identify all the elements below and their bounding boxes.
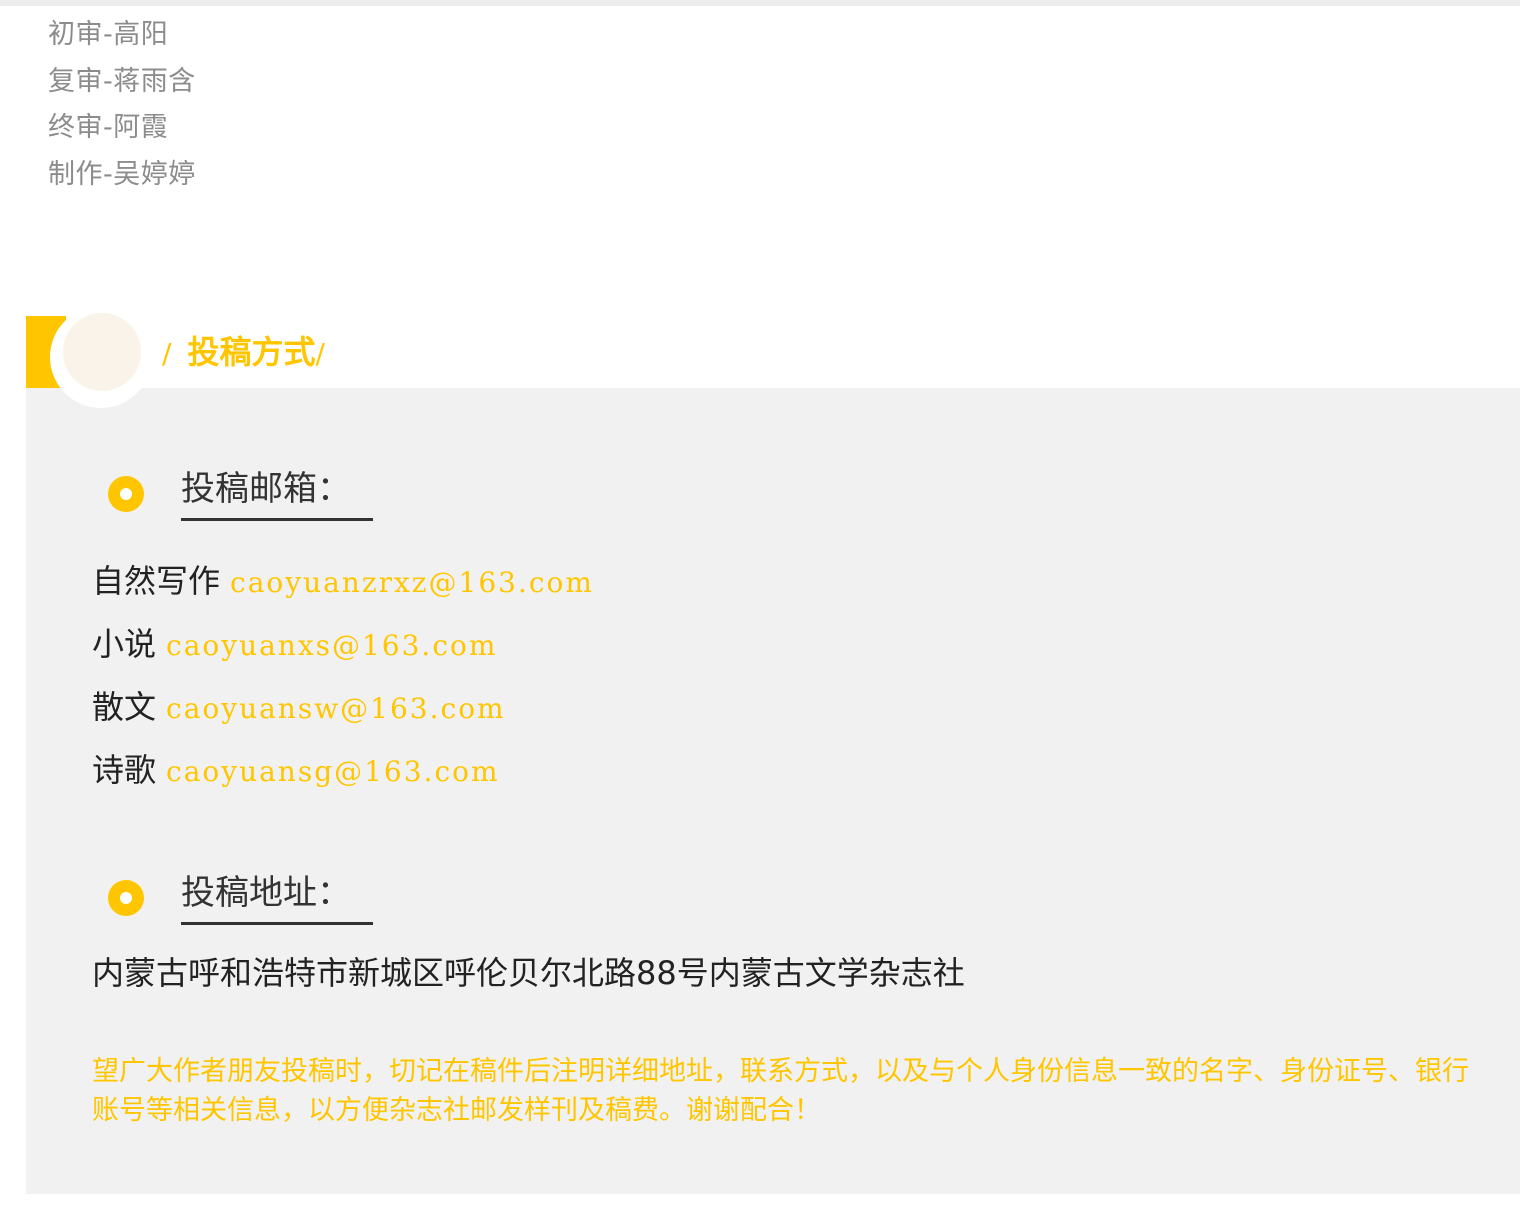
email-row: 诗歌 caoyuansg@163.com <box>92 739 594 802</box>
credit-line: 制作-吴婷婷 <box>48 158 196 190</box>
address-heading-label: 投稿地址： <box>181 864 373 925</box>
email-heading-label: 投稿邮箱： <box>181 460 373 521</box>
email-list: 自然写作 caoyuanzrxz@163.com 小说 caoyuanxs@163.… <box>92 550 594 802</box>
submission-notice: 望广大作者朋友投稿时，切记在稿件后注明详细地址，联系方式，以及与个人身份信息一致… <box>92 1056 1469 1126</box>
email-address-link[interactable]: caoyuansw@163.com <box>166 692 506 725</box>
email-row: 自然写作 caoyuanzrxz@163.com <box>92 550 594 613</box>
section-title: / 投稿方式/ <box>162 328 325 378</box>
email-row: 小说 caoyuanxs@163.com <box>92 613 594 676</box>
circle-badge-inner <box>63 313 141 391</box>
email-address-link[interactable]: caoyuanxs@163.com <box>166 629 497 662</box>
email-address-link[interactable]: caoyuanzrxz@163.com <box>230 566 594 599</box>
credit-line: 复审-蒋雨含 <box>48 65 196 97</box>
email-category: 小说 <box>92 625 157 663</box>
top-image-edge <box>0 0 1520 6</box>
circle-badge-icon <box>50 306 152 408</box>
email-category: 自然写作 <box>92 562 221 600</box>
ring-bullet-icon <box>108 880 144 916</box>
title-slash-right: / <box>315 337 325 370</box>
email-row: 散文 caoyuansw@163.com <box>92 676 594 739</box>
section-title-text: 投稿方式 <box>187 333 316 371</box>
credit-line: 终审-阿霞 <box>48 112 169 143</box>
email-category: 诗歌 <box>92 751 157 789</box>
editor-credits: 初审-高阳 复审-蒋雨含 终审-阿霞 制作-吴婷婷 <box>48 12 196 198</box>
ring-bullet-icon <box>108 476 144 512</box>
credit-line: 初审-高阳 <box>48 19 169 50</box>
title-slash-left: / <box>162 337 172 370</box>
email-category: 散文 <box>92 688 157 726</box>
postal-address: 内蒙古呼和浩特市新城区呼伦贝尔北路88号内蒙古文学杂志社 <box>92 954 965 992</box>
email-address-link[interactable]: caoyuansg@163.com <box>166 755 500 788</box>
